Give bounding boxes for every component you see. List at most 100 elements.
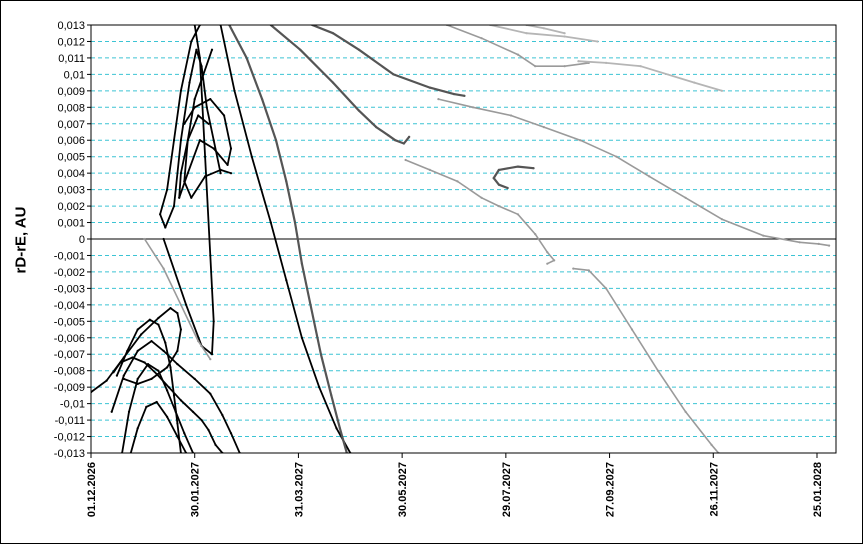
data-point xyxy=(179,89,182,92)
data-point xyxy=(392,73,395,76)
y-tick-label: 0,004 xyxy=(57,168,85,180)
data-point xyxy=(261,98,264,101)
y-tick-label: -0,008 xyxy=(54,366,85,378)
data-point xyxy=(209,392,212,395)
data-point xyxy=(162,349,165,352)
data-point xyxy=(115,374,118,377)
data-point xyxy=(209,254,212,257)
x-tick-label: 27.09.2027 xyxy=(605,462,617,517)
data-point xyxy=(122,374,125,377)
data-point xyxy=(630,328,634,331)
data-point xyxy=(572,267,575,270)
data-point xyxy=(300,262,303,265)
data-point xyxy=(210,353,214,356)
data-point xyxy=(172,205,176,208)
y-tick-label: -0,011 xyxy=(55,415,85,427)
data-point xyxy=(497,205,500,208)
data-point xyxy=(428,168,431,171)
y-tick-label: -0,009 xyxy=(54,382,85,394)
data-point xyxy=(207,122,210,125)
data-point xyxy=(205,106,208,109)
data-point xyxy=(226,163,229,166)
data-point xyxy=(516,165,520,168)
data-point xyxy=(720,218,724,221)
data-point xyxy=(828,244,831,247)
data-point xyxy=(176,435,179,438)
data-point xyxy=(164,226,167,229)
data-point xyxy=(212,139,215,142)
data-point xyxy=(155,372,158,376)
data-point xyxy=(193,98,196,101)
data-point xyxy=(150,340,153,343)
data-point xyxy=(183,432,186,435)
y-tick-label: -0,013 xyxy=(54,448,85,460)
data-point xyxy=(200,65,203,68)
data-point xyxy=(542,126,546,129)
data-point xyxy=(223,114,226,117)
data-point xyxy=(394,139,397,142)
data-point xyxy=(186,172,189,175)
data-point xyxy=(179,139,182,142)
data-point xyxy=(404,158,407,162)
data-point xyxy=(176,312,179,315)
data-point xyxy=(148,318,151,321)
data-point xyxy=(162,237,165,241)
x-tick-label: 29.07.2027 xyxy=(501,462,513,517)
data-point xyxy=(309,303,312,306)
data-point xyxy=(563,35,566,38)
data-point xyxy=(143,361,146,364)
data-point xyxy=(456,180,459,183)
data-point xyxy=(179,399,182,402)
data-point xyxy=(209,358,212,361)
data-point xyxy=(186,139,189,142)
data-point xyxy=(191,410,195,413)
chart-svg: 0,013 0,012 0,011 0,01 0,009 0,008 0,007 0,006 0… xyxy=(54,20,837,517)
data-point xyxy=(542,27,546,30)
data-point xyxy=(408,135,411,138)
data-point xyxy=(166,389,169,392)
y-tick-label: -0,007 xyxy=(54,349,85,361)
data-point xyxy=(285,279,288,282)
series-line-23 xyxy=(525,25,566,35)
y-tick-label: -0,012 xyxy=(54,432,85,444)
data-point xyxy=(318,386,321,389)
data-point xyxy=(471,106,475,109)
y-tick-label: 0 xyxy=(79,234,85,246)
data-point xyxy=(119,361,122,364)
y-tick-label: 0,002 xyxy=(57,201,85,213)
data-point xyxy=(563,32,566,35)
data-point xyxy=(219,168,222,171)
data-point xyxy=(110,410,113,413)
y-tick-label: -0,006 xyxy=(54,333,85,345)
data-point xyxy=(762,234,765,237)
data-point xyxy=(169,366,172,369)
data-point xyxy=(338,427,341,430)
series-line-8 xyxy=(121,363,194,453)
data-point xyxy=(172,139,176,142)
data-point xyxy=(639,65,642,68)
x-tick-label: 01.12.2026 xyxy=(86,462,98,517)
x-tick-label: 25.01.2028 xyxy=(812,462,824,517)
data-point xyxy=(817,242,820,245)
data-point xyxy=(480,196,483,199)
data-point xyxy=(176,422,179,425)
data-point xyxy=(143,237,146,241)
x-tick-label: 30.05.2027 xyxy=(397,462,409,517)
data-point xyxy=(330,394,333,397)
data-point xyxy=(331,81,335,84)
data-point xyxy=(157,369,160,372)
data-point xyxy=(335,427,338,430)
data-point xyxy=(167,386,170,389)
y-tick-label: 0,001 xyxy=(57,218,85,230)
x-tick-label: 30.01.2027 xyxy=(190,462,202,517)
data-point xyxy=(166,415,169,418)
data-point xyxy=(185,303,188,306)
data-point xyxy=(402,142,405,145)
data-point xyxy=(193,377,196,380)
data-point xyxy=(219,172,222,175)
data-point xyxy=(212,147,215,150)
y-tick-label: -0,01 xyxy=(60,399,85,411)
data-point xyxy=(210,48,214,51)
series-line-13 xyxy=(269,25,411,145)
data-point xyxy=(105,379,108,382)
